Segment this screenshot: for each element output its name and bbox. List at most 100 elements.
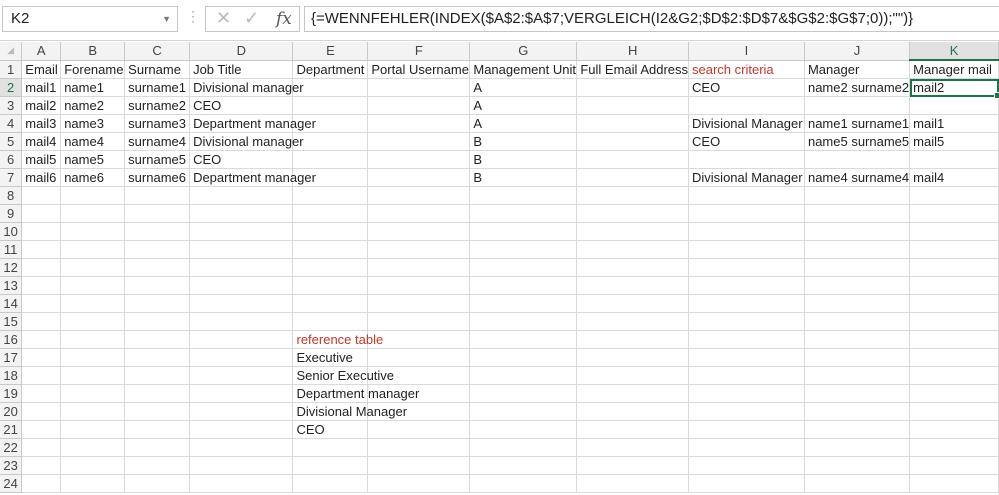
cell-C22[interactable] [124, 438, 191, 457]
cell-E5[interactable] [292, 132, 369, 151]
cell-K18[interactable] [909, 366, 999, 385]
column-header-I[interactable]: I [688, 42, 805, 61]
cell-G18[interactable] [469, 366, 578, 385]
row-header-9[interactable]: 9 [0, 204, 23, 223]
cell-I11[interactable] [688, 240, 805, 259]
column-header-E[interactable]: E [292, 42, 369, 61]
cell-K5[interactable]: mail5 [909, 132, 999, 151]
formula-input[interactable]: {=WENNFEHLER(INDEX($A$2:$A$7;VERGLEICH(I… [304, 6, 999, 32]
cell-H7[interactable] [576, 168, 690, 187]
row-header-14[interactable]: 14 [0, 294, 23, 313]
cell-F17[interactable] [367, 348, 471, 367]
cell-A11[interactable] [21, 240, 62, 259]
cell-A19[interactable] [21, 384, 62, 403]
row-header-6[interactable]: 6 [0, 150, 23, 169]
cell-D15[interactable] [189, 312, 294, 331]
cell-H6[interactable] [576, 150, 690, 169]
cell-J14[interactable] [804, 294, 911, 313]
cell-C21[interactable] [124, 420, 191, 439]
cell-C5[interactable]: surname4 [124, 132, 191, 151]
cell-K17[interactable] [909, 348, 999, 367]
row-header-10[interactable]: 10 [0, 222, 23, 241]
cell-B16[interactable] [60, 330, 126, 349]
cell-J6[interactable] [804, 150, 911, 169]
cell-A3[interactable]: mail2 [21, 96, 62, 115]
cell-E22[interactable] [292, 438, 369, 457]
cell-A4[interactable]: mail3 [21, 114, 62, 133]
cell-C11[interactable] [124, 240, 191, 259]
cell-J1[interactable]: Manager [804, 60, 911, 79]
cell-I15[interactable] [688, 312, 805, 331]
fx-icon[interactable]: fx [276, 9, 292, 29]
cell-J13[interactable] [804, 276, 911, 295]
cell-B9[interactable] [60, 204, 126, 223]
cell-C12[interactable] [124, 258, 191, 277]
row-header-18[interactable]: 18 [0, 366, 23, 385]
cell-J3[interactable] [804, 96, 911, 115]
cell-B22[interactable] [60, 438, 126, 457]
cell-A1[interactable]: Email [21, 60, 62, 79]
row-header-8[interactable]: 8 [0, 186, 23, 205]
column-header-F[interactable]: F [367, 42, 471, 61]
cell-K23[interactable] [909, 456, 999, 475]
cell-D20[interactable] [189, 402, 294, 421]
cell-C10[interactable] [124, 222, 191, 241]
cell-H13[interactable] [576, 276, 690, 295]
cell-A13[interactable] [21, 276, 62, 295]
cell-I12[interactable] [688, 258, 805, 277]
row-header-4[interactable]: 4 [0, 114, 23, 133]
cell-E15[interactable] [292, 312, 369, 331]
cell-K16[interactable] [909, 330, 999, 349]
cell-J21[interactable] [804, 420, 911, 439]
cell-H23[interactable] [576, 456, 690, 475]
cell-I2[interactable]: CEO [688, 78, 805, 97]
cell-E20[interactable]: Divisional Manager [292, 402, 407, 421]
cell-F23[interactable] [367, 456, 471, 475]
cell-J16[interactable] [804, 330, 911, 349]
cell-A5[interactable]: mail4 [21, 132, 62, 151]
cell-G3[interactable]: A [469, 96, 578, 115]
cross-icon[interactable]: ✕ [216, 8, 231, 29]
cell-J24[interactable] [804, 474, 911, 493]
cell-I8[interactable] [688, 186, 805, 205]
cell-G20[interactable] [469, 402, 578, 421]
cell-D9[interactable] [189, 204, 294, 223]
cell-C13[interactable] [124, 276, 191, 295]
cell-J5[interactable]: name5 surname5 [804, 132, 911, 151]
cell-E9[interactable] [292, 204, 369, 223]
cell-G19[interactable] [469, 384, 578, 403]
cell-C1[interactable]: Surname [124, 60, 191, 79]
cell-I3[interactable] [688, 96, 805, 115]
cell-F13[interactable] [367, 276, 471, 295]
cell-H19[interactable] [576, 384, 690, 403]
cell-D7[interactable]: Department manager [189, 168, 316, 187]
row-header-23[interactable]: 23 [0, 456, 23, 475]
cell-A20[interactable] [21, 402, 62, 421]
cell-A16[interactable] [21, 330, 62, 349]
row-header-13[interactable]: 13 [0, 276, 23, 295]
column-header-G[interactable]: G [469, 42, 578, 61]
cell-J8[interactable] [804, 186, 911, 205]
cell-F6[interactable] [367, 150, 471, 169]
row-header-12[interactable]: 12 [0, 258, 23, 277]
cell-C14[interactable] [124, 294, 191, 313]
cell-G17[interactable] [469, 348, 578, 367]
cell-I23[interactable] [688, 456, 805, 475]
cell-A23[interactable] [21, 456, 62, 475]
cell-B17[interactable] [60, 348, 126, 367]
row-header-24[interactable]: 24 [0, 474, 23, 493]
cell-B10[interactable] [60, 222, 126, 241]
cell-E17[interactable]: Executive [292, 348, 369, 367]
row-header-3[interactable]: 3 [0, 96, 23, 115]
row-header-15[interactable]: 15 [0, 312, 23, 331]
cell-C18[interactable] [124, 366, 191, 385]
cell-B2[interactable]: name1 [60, 78, 126, 97]
cell-H21[interactable] [576, 420, 690, 439]
cell-K14[interactable] [909, 294, 999, 313]
cell-H24[interactable] [576, 474, 690, 493]
cell-K4[interactable]: mail1 [909, 114, 999, 133]
cell-I10[interactable] [688, 222, 805, 241]
cell-F10[interactable] [367, 222, 471, 241]
cell-K1[interactable]: Manager mail [909, 60, 999, 79]
cell-J4[interactable]: name1 surname1 [804, 114, 911, 133]
